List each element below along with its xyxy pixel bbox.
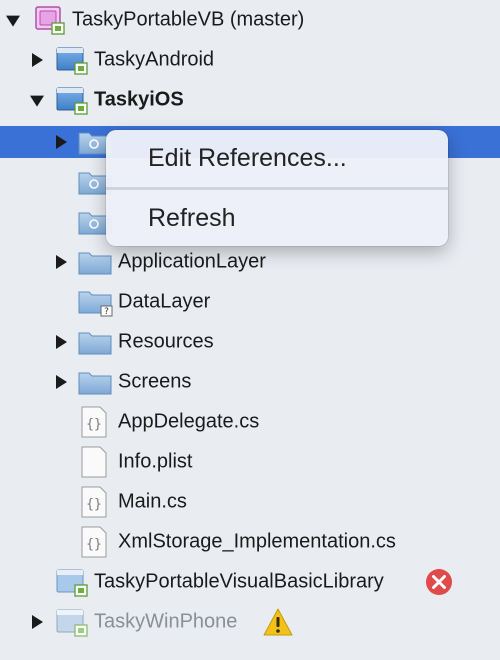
svg-text:{}: {} [86,497,102,512]
tree-row-project-disabled[interactable]: TaskyWinPhone [0,602,500,642]
tree-label: TaskyPortableVisualBasicLibrary [94,570,384,593]
disclosure-expanded-icon[interactable] [30,95,44,107]
tree-label: Main.cs [118,490,187,513]
disclosure-collapsed-icon[interactable] [56,375,67,389]
tree-row-folder[interactable]: Resources [0,322,500,362]
svg-text:{}: {} [86,417,102,432]
tree-row-project[interactable]: TaskyAndroid [0,40,500,80]
project-icon [56,47,88,75]
file-icon [81,446,107,478]
disclosure-collapsed-icon[interactable] [32,615,43,629]
tree-label: Screens [118,370,192,393]
tree-row-file[interactable]: Info.plist [0,442,500,482]
menu-item-refresh[interactable]: Refresh [106,192,448,244]
tree-label: DataLayer [118,290,211,313]
csharp-file-icon: {} [81,486,107,518]
svg-text:{}: {} [86,537,102,552]
disclosure-collapsed-icon[interactable] [56,135,67,149]
tree-row-file[interactable]: {} XmlStorage_Implementation.cs [0,522,500,562]
tree-label: Info.plist [118,450,193,473]
tree-label: XmlStorage_Implementation.cs [118,530,396,553]
disclosure-collapsed-icon[interactable] [32,53,43,67]
project-icon [56,569,88,597]
menu-separator [106,187,448,190]
tree-row-solution[interactable]: TaskyPortableVB (master) [0,0,500,40]
tree-label: TaskyAndroid [94,48,215,71]
tree-label: TaskyWinPhone [94,610,238,633]
tree-row-project[interactable]: TaskyiOS [0,80,500,120]
project-icon [56,87,88,115]
tree-row-folder[interactable]: Screens [0,362,500,402]
tree-label: TaskyiOS [94,88,184,111]
tree-row-file[interactable]: {} AppDelegate.cs [0,402,500,442]
menu-item-edit-references[interactable]: Edit References... [106,132,448,184]
solution-tree: TaskyPortableVB (master) TaskyAndroid Ta… [0,0,500,660]
disclosure-collapsed-icon[interactable] [56,255,67,269]
tree-label: ApplicationLayer [118,250,266,273]
error-icon[interactable] [424,567,454,597]
tree-row-project[interactable]: TaskyPortableVisualBasicLibrary [0,562,500,602]
disclosure-collapsed-icon[interactable] [56,335,67,349]
context-menu: Edit References... Refresh [106,130,448,246]
disclosure-expanded-icon[interactable] [6,15,20,27]
warning-icon[interactable] [262,607,294,637]
tree-label: Resources [118,330,214,353]
solution-icon [35,6,65,35]
csharp-file-icon: {} [81,406,107,438]
folder-icon [78,332,112,355]
folder-icon [78,252,112,275]
project-icon [56,609,88,637]
svg-text:?: ? [104,307,109,317]
tree-row-folder[interactable]: ApplicationLayer [0,242,500,282]
tree-label: TaskyPortableVB (master) [72,8,305,31]
tree-label: AppDelegate.cs [118,410,260,433]
folder-missing-icon: ? [78,291,113,317]
tree-row-folder[interactable]: ? DataLayer [0,282,500,322]
tree-row-file[interactable]: {} Main.cs [0,482,500,522]
folder-icon [78,372,112,395]
csharp-file-icon: {} [81,526,107,558]
